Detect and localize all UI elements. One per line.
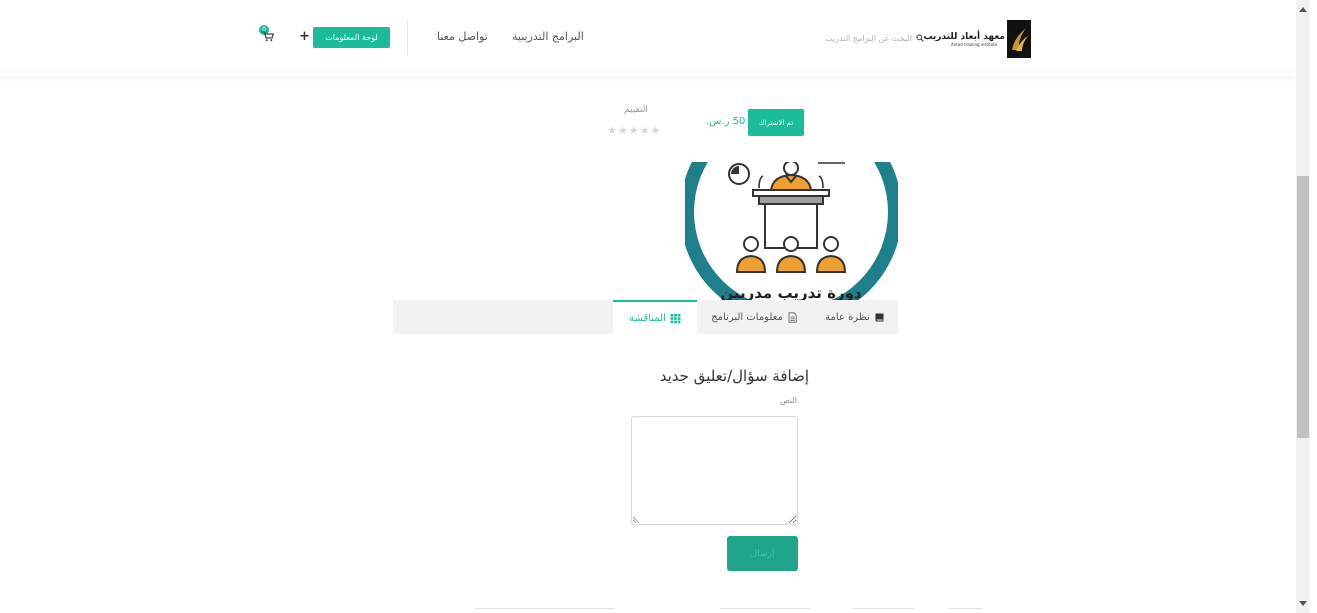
search-icon[interactable] — [916, 32, 924, 44]
scrollbar-thumb[interactable] — [1297, 176, 1309, 438]
course-image: دورة تدريب مدربين — [685, 162, 898, 301]
logo-text-ar: معهد أبعاد للتدريب — [923, 32, 1005, 42]
nav-link-contact[interactable]: تواصل معنا — [437, 30, 488, 43]
nav-link-programs[interactable]: البرامج التدريبية — [512, 30, 584, 43]
dashboard-button[interactable]: لوحة المعلومات — [313, 27, 390, 48]
tab-discussion-label: المناقشة — [629, 312, 666, 324]
logo-mark-icon — [1007, 20, 1031, 58]
search-input[interactable] — [812, 33, 912, 43]
footer-partial — [720, 608, 810, 613]
tab-overview-label: نظرة عامة — [825, 311, 870, 323]
course-image-caption: دورة تدريب مدربين — [720, 284, 862, 301]
rating-label: التقييم — [624, 105, 648, 115]
plus-icon[interactable]: + — [299, 29, 310, 44]
rating-stars[interactable]: ★★★★★ — [607, 124, 661, 137]
scroll-up-arrow-icon[interactable] — [1296, 2, 1310, 16]
site-logo[interactable]: معهد أبعاد للتدريب Aread training instit… — [923, 20, 1031, 58]
subscribed-button[interactable]: تم الاشتراك — [748, 109, 804, 136]
submit-button[interactable]: إرسال — [727, 536, 798, 571]
header-shadow — [0, 68, 1296, 76]
tab-overview[interactable]: نظرة عامة — [812, 300, 898, 334]
form-title: إضافة سؤال/تعليق جديد — [659, 367, 809, 385]
cart-button[interactable]: 0 — [257, 25, 277, 45]
grid-icon — [670, 313, 681, 323]
tab-discussion[interactable]: المناقشة — [613, 300, 697, 334]
footer-partial — [948, 608, 982, 613]
text-field-label: النص — [780, 396, 797, 405]
comment-textarea[interactable] — [631, 416, 798, 525]
footer-partial — [852, 608, 914, 613]
logo-text: معهد أبعاد للتدريب Aread training instit… — [923, 32, 1005, 47]
footer-partial — [475, 608, 615, 613]
cart-icon — [262, 31, 274, 42]
tab-program-info-label: معلومات البرنامج — [711, 311, 783, 323]
resize-handle-icon[interactable] — [633, 516, 640, 523]
logo-text-en: Aread training institute — [951, 42, 998, 47]
book-icon — [875, 313, 884, 321]
site-header — [0, 0, 1296, 74]
scroll-down-arrow-icon[interactable] — [1296, 597, 1310, 611]
search-bar[interactable] — [812, 30, 924, 46]
nav-divider — [407, 20, 408, 56]
tab-program-info[interactable]: معلومات البرنامج — [697, 300, 812, 334]
document-icon — [788, 311, 797, 323]
course-price: 50 ر.س. — [706, 116, 746, 127]
